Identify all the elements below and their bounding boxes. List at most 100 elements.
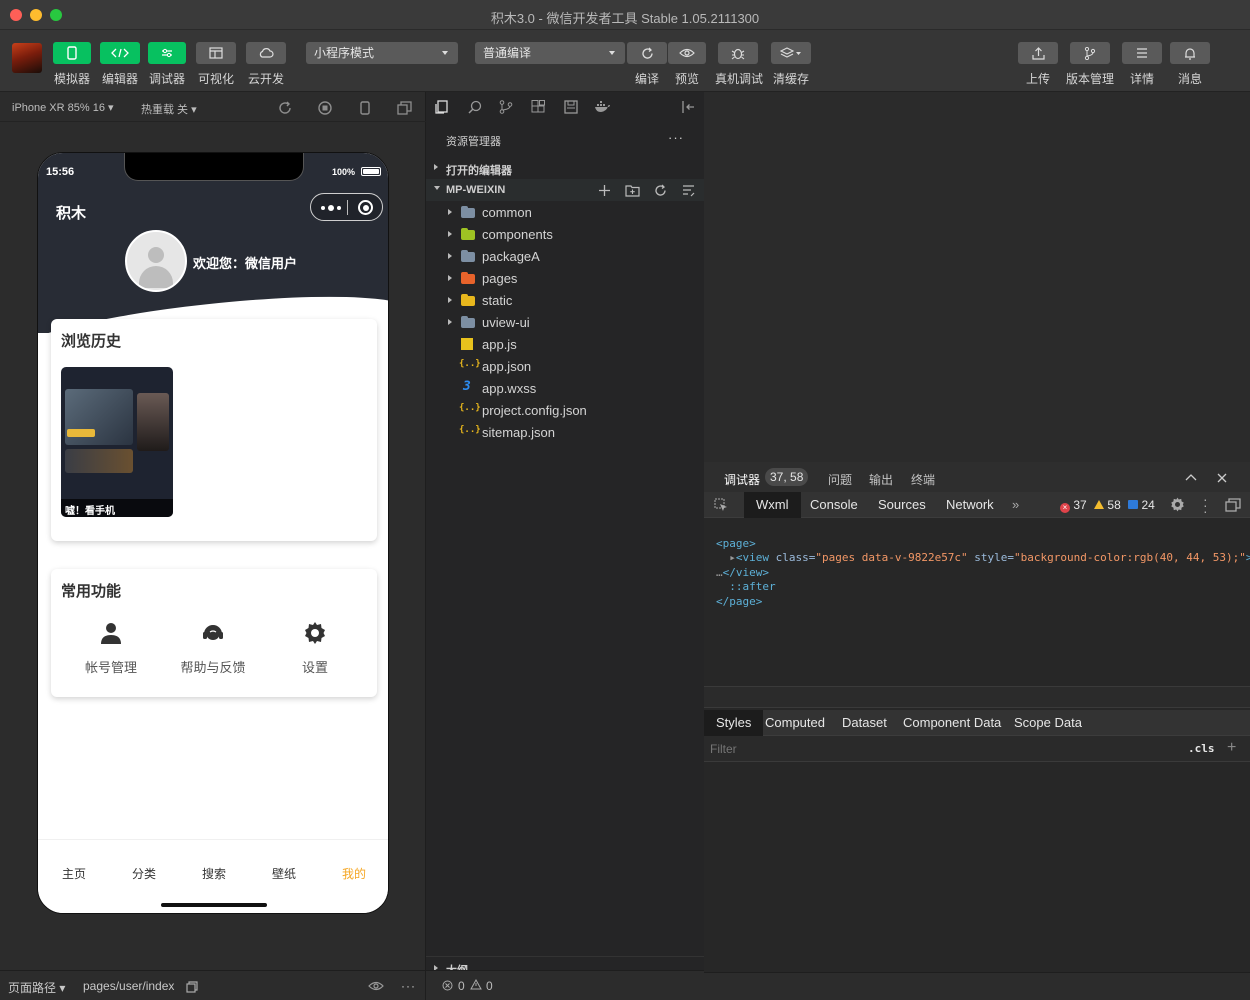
mode-select[interactable]: 小程序模式 [306, 42, 458, 64]
inspect-element-icon[interactable] [714, 498, 728, 512]
tab-component-data[interactable]: Component Data [903, 710, 1001, 736]
tab-home[interactable]: 主页 [44, 865, 104, 882]
tab-problems[interactable]: 问题 [828, 471, 852, 488]
tab-wallpaper[interactable]: 壁纸 [254, 865, 314, 882]
compile-mode-select[interactable]: 普通编译 [475, 42, 625, 64]
cls-toggle[interactable]: .cls [1188, 742, 1215, 755]
tab-computed[interactable]: Computed [765, 710, 825, 736]
pseudo-after[interactable]: ::after [729, 580, 775, 593]
tab-scope-data[interactable]: Scope Data [1014, 710, 1082, 736]
tab-styles[interactable]: Styles [704, 710, 764, 736]
page-path-select[interactable]: 页面路径 ▾ [8, 979, 65, 996]
tab-mine[interactable]: 我的 [324, 865, 384, 882]
file-tree-item[interactable]: packageA [426, 245, 704, 267]
debugger-toggle-button[interactable] [148, 42, 186, 64]
more-icon[interactable]: ··· [401, 979, 416, 993]
account-management-item[interactable]: 帐号管理 [63, 621, 159, 676]
panel-splitter[interactable] [704, 686, 1250, 708]
tab-wxml[interactable]: Wxml [744, 492, 801, 518]
rotate-icon[interactable] [278, 101, 292, 115]
file-tree-item[interactable]: common [426, 201, 704, 223]
tab-terminal[interactable]: 终端 [911, 471, 935, 488]
tab-dataset[interactable]: Dataset [842, 710, 887, 736]
branch-icon [1084, 46, 1096, 60]
file-tree-item[interactable]: {..} sitemap.json [426, 421, 704, 443]
device-select[interactable]: iPhone XR 85% 16 ▾ [12, 101, 114, 114]
wxml-view-close[interactable]: </view> [723, 566, 769, 579]
refresh-icon[interactable] [654, 184, 667, 197]
cloud-dev-button[interactable] [246, 42, 286, 64]
tab-search[interactable]: 搜索 [184, 865, 244, 882]
simulator-toggle-button[interactable] [53, 42, 91, 64]
eye-icon[interactable] [368, 981, 384, 991]
wxml-view-tag[interactable]: <view [736, 551, 769, 564]
storage-icon[interactable] [564, 100, 578, 114]
tab-console[interactable]: Console [810, 492, 858, 518]
remote-debug-button[interactable] [718, 42, 758, 64]
details-button[interactable] [1122, 42, 1162, 64]
dock-icon[interactable] [1225, 498, 1241, 512]
more-icon[interactable]: ··· [668, 130, 684, 145]
extensions-icon[interactable] [531, 100, 545, 114]
popout-icon[interactable] [397, 101, 412, 115]
new-folder-icon[interactable] [625, 184, 640, 197]
miniprogram-capsule[interactable] [310, 193, 383, 221]
chevron-up-icon[interactable] [1185, 473, 1197, 481]
more-tabs-icon[interactable]: » [1012, 492, 1019, 518]
new-file-icon[interactable] [598, 184, 611, 197]
docker-icon[interactable] [594, 100, 611, 114]
close-capsule-icon[interactable] [358, 200, 373, 215]
tab-category[interactable]: 分类 [114, 865, 174, 882]
file-tree-item[interactable]: components [426, 223, 704, 245]
open-editors-section[interactable]: 打开的编辑器 [426, 157, 704, 179]
search-icon[interactable] [468, 100, 482, 114]
problems-status[interactable]: 0 0 [426, 970, 704, 1000]
styles-filter-input[interactable] [706, 739, 1176, 759]
settings-item[interactable]: 设置 [267, 621, 363, 676]
version-button[interactable] [1070, 42, 1110, 64]
kebab-menu-icon[interactable]: · · · [1203, 492, 1208, 518]
add-rule-icon[interactable]: + [1227, 739, 1236, 757]
file-tree-item[interactable]: app.js [426, 333, 704, 355]
file-tree-item[interactable]: static [426, 289, 704, 311]
file-tree-item[interactable]: 3 app.wxss [426, 377, 704, 399]
visual-toggle-button[interactable] [196, 42, 236, 64]
close-icon[interactable] [1217, 473, 1227, 483]
messages-button[interactable] [1170, 42, 1210, 64]
wxml-page-close[interactable]: </page> [716, 595, 762, 608]
file-tree-item[interactable]: uview-ui [426, 311, 704, 333]
editor-toggle-button[interactable] [100, 42, 140, 64]
editor-area[interactable] [704, 92, 1250, 462]
wxml-tree[interactable]: <page> ▸<view class="pages data-v-9822e5… [716, 522, 1250, 609]
collapse-all-icon[interactable] [682, 184, 695, 197]
tab-output[interactable]: 输出 [869, 471, 893, 488]
history-card: 浏览历史 嘘！看手机 [51, 319, 377, 541]
wxml-page-open[interactable]: <page> [716, 537, 756, 550]
more-icon[interactable] [321, 205, 341, 211]
help-feedback-item[interactable]: 帮助与反馈 [165, 621, 261, 676]
tab-sources[interactable]: Sources [878, 492, 926, 518]
user-avatar[interactable] [12, 43, 42, 73]
file-tree-item[interactable]: pages [426, 267, 704, 289]
collapse-panel-icon[interactable] [681, 100, 695, 114]
expand-triangle-icon[interactable]: ▸ [729, 551, 736, 564]
error-badge[interactable]: × 37 58 24 [1060, 498, 1155, 513]
gear-icon[interactable] [1170, 497, 1185, 512]
user-avatar-placeholder[interactable] [125, 230, 187, 292]
preview-button[interactable] [668, 42, 706, 64]
files-icon[interactable] [435, 100, 449, 114]
stop-icon[interactable] [318, 101, 332, 115]
clear-cache-button[interactable] [771, 42, 811, 64]
phone-icon[interactable] [359, 101, 371, 115]
history-item[interactable]: 嘘！看手机 [61, 367, 173, 517]
compile-button[interactable] [627, 42, 667, 64]
upload-button[interactable] [1018, 42, 1058, 64]
hotreload-select[interactable]: 热重载 关 ▾ [141, 101, 197, 117]
file-tree-item[interactable]: {..} app.json [426, 355, 704, 377]
tab-network[interactable]: Network [946, 492, 994, 518]
source-control-icon[interactable] [499, 100, 513, 114]
copy-icon[interactable] [186, 981, 198, 993]
file-tree-item[interactable]: {..} project.config.json [426, 399, 704, 421]
project-section[interactable]: MP-WEIXIN [426, 179, 704, 201]
tab-debugger[interactable]: 调试器 [724, 471, 760, 488]
